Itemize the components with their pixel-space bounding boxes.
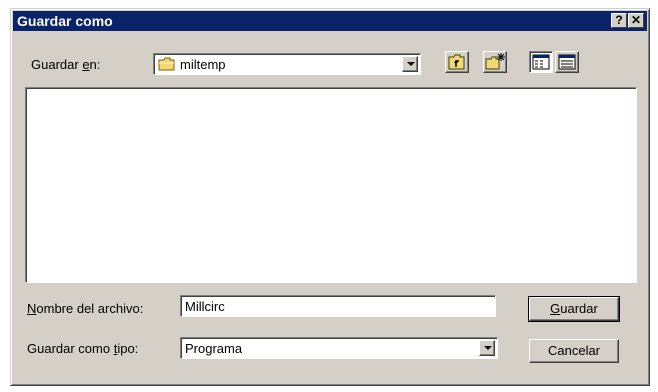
close-button[interactable]: ✕ [628,13,644,28]
filetype-value: Programa [185,341,243,356]
folder-up-icon [448,54,465,70]
file-list[interactable] [25,87,637,283]
details-view-button[interactable] [555,51,579,73]
save-in-label: Guardar en: [31,57,101,72]
filetype-label: Guardar como tipo: [27,341,139,356]
filename-input[interactable]: Millcirc [180,295,496,317]
filetype-dropdown[interactable]: Programa [180,337,498,359]
new-folder-button[interactable] [483,51,507,73]
save-button[interactable]: Guardar [528,296,620,322]
save-as-dialog: Guardar como ? ✕ Guardar en: miltemp Nom… [10,8,650,386]
window-title: Guardar como [17,13,113,29]
folder-icon [158,57,175,71]
save-in-dropdown[interactable]: miltemp [153,53,421,75]
folder-up-button[interactable] [445,51,469,73]
new-folder-icon [485,53,505,70]
save-in-value: miltemp [180,57,226,72]
title-bar[interactable]: Guardar como ? ✕ [13,11,647,31]
filename-label: Nombre del archivo: [27,301,144,316]
filename-value: Millcirc [185,299,225,314]
list-view-icon [532,54,550,70]
cancel-button[interactable]: Cancelar [529,339,619,363]
details-view-icon [558,54,576,70]
chevron-down-icon [484,346,492,350]
chevron-down-icon [407,62,415,66]
list-view-button[interactable] [529,51,553,73]
filetype-dropdown-arrow[interactable] [479,340,495,356]
help-button[interactable]: ? [611,13,627,28]
save-in-dropdown-arrow[interactable] [402,56,418,72]
